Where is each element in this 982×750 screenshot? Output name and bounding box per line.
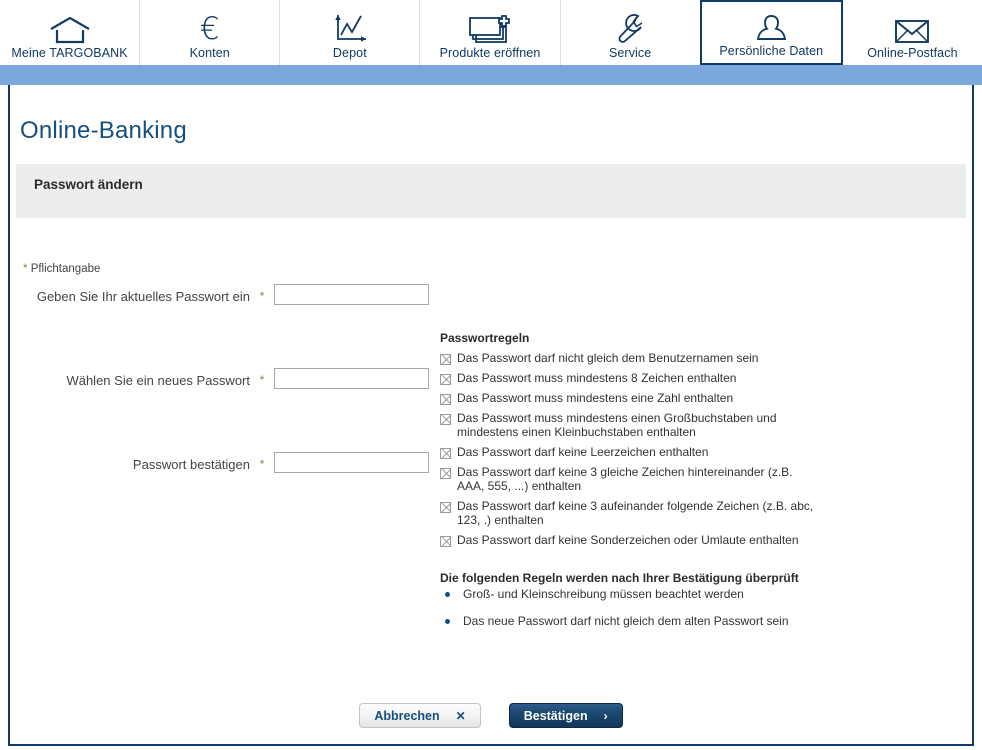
field-label: Wählen Sie ein neues Passwort <box>66 373 250 388</box>
rule-text: Das neue Passwort darf nicht gleich dem … <box>463 614 789 628</box>
nav-label: Persönliche Daten <box>719 44 824 58</box>
nav-label: Depot <box>332 46 367 60</box>
form-actions: Abbrechen ✕ Bestätigen › <box>10 703 972 728</box>
broken-image-icon <box>440 468 451 479</box>
section-title: Passwort ändern <box>34 177 143 192</box>
bullet-icon <box>445 592 450 597</box>
broken-image-icon <box>440 354 451 365</box>
rule-text: Das Passwort darf keine 3 gleiche Zeiche… <box>457 465 793 493</box>
cancel-button-label: Abbrechen <box>374 708 440 723</box>
mandatory-note: * Pflichtangabe <box>10 218 972 275</box>
rule-item: Das Passwort darf keine 3 aufeinander fo… <box>440 499 972 527</box>
wrench-icon <box>612 11 648 45</box>
rule-text: Das Passwort muss mindestens eine Zahl e… <box>457 391 734 405</box>
nav-label: Service <box>608 46 652 60</box>
password-rules-heading: Passwortregeln <box>440 331 530 345</box>
nav-label: Meine TARGOBANK <box>11 46 128 60</box>
rule-item: Das Passwort muss mindestens einen Großb… <box>440 411 972 439</box>
cancel-button[interactable]: Abbrechen ✕ <box>359 703 481 728</box>
required-star: * <box>259 289 265 303</box>
nav-label: Konten <box>189 46 230 60</box>
rule-text: Das Passwort muss mindestens 8 Zeichen e… <box>457 371 737 385</box>
rule-text: Das Passwort darf keine Leerzeichen enth… <box>457 445 709 459</box>
password-rules-panel: Passwortregeln Das Passwort darf nicht g… <box>440 275 972 641</box>
nav-item-produkte-eroeffnen[interactable]: Produkte eröffnen <box>419 0 560 65</box>
rule-text: Das Passwort darf keine Sonderzeichen od… <box>457 533 799 547</box>
rule-text: Das Passwort darf nicht gleich dem Benut… <box>457 351 759 365</box>
broken-image-icon <box>440 448 451 459</box>
confirm-button-label: Bestätigen <box>523 708 588 723</box>
required-star: * <box>259 457 265 471</box>
post-confirm-rules-heading: Die folgenden Regeln werden nach Ihrer B… <box>440 571 799 585</box>
nav-item-konten[interactable]: € Konten <box>139 0 280 65</box>
nav-item-persoenliche-daten[interactable]: Persönliche Daten <box>699 0 843 65</box>
broken-image-icon <box>440 394 451 405</box>
house-icon <box>48 11 92 45</box>
euro-icon: € <box>199 11 220 47</box>
envelope-icon <box>890 11 934 45</box>
field-confirm-password: Passwort bestätigen * <box>10 452 440 473</box>
field-new-password: Wählen Sie ein neues Passwort * <box>10 368 440 389</box>
broken-image-icon <box>440 502 451 513</box>
rule-item: Das Passwort darf keine 3 gleiche Zeiche… <box>440 465 972 493</box>
rule-item: Das Passwort darf nicht gleich dem Benut… <box>440 351 972 365</box>
new-password-input[interactable] <box>274 368 429 389</box>
rule-text: Groß- und Kleinschreibung müssen beachte… <box>463 587 744 601</box>
broken-image-icon <box>440 374 451 385</box>
nav-item-online-postfach[interactable]: Online-Postfach <box>842 0 982 65</box>
nav-item-service[interactable]: Service <box>559 0 700 65</box>
broken-image-icon <box>440 536 451 547</box>
chart-icon <box>330 11 370 45</box>
broken-image-icon <box>440 414 451 425</box>
rule-text: Das Passwort muss mindestens einen Großb… <box>457 411 777 439</box>
mandatory-star: * <box>23 263 28 275</box>
rule-item: Das Passwort muss mindestens 8 Zeichen e… <box>440 371 972 385</box>
current-password-input[interactable] <box>274 284 429 305</box>
close-icon: ✕ <box>455 708 466 723</box>
person-icon <box>754 9 788 43</box>
post-confirm-rule-item: Groß- und Kleinschreibung müssen beachte… <box>440 587 972 601</box>
rule-item: Das Passwort darf keine Sonderzeichen od… <box>440 533 972 547</box>
nav-label: Online-Postfach <box>867 46 958 60</box>
nav-item-depot[interactable]: Depot <box>279 0 420 65</box>
bullet-icon <box>445 619 450 624</box>
main-navigation: Meine TARGOBANK € Konten Depot Produkte … <box>0 0 982 65</box>
password-form: Geben Sie Ihr aktuelles Passwort ein * W… <box>10 275 440 641</box>
rule-item: Das Passwort muss mindestens eine Zahl e… <box>440 391 972 405</box>
required-star: * <box>259 373 265 387</box>
field-label: Passwort bestätigen <box>132 457 250 472</box>
section-header: Passwort ändern <box>16 164 966 218</box>
rule-item: Das Passwort darf keine Leerzeichen enth… <box>440 445 972 459</box>
page-title: Online-Banking <box>20 117 187 144</box>
post-confirm-rule-item: Das neue Passwort darf nicht gleich dem … <box>440 614 972 628</box>
content-frame: Online-Banking Passwort ändern * Pflicht… <box>8 85 974 746</box>
confirm-password-input[interactable] <box>274 452 429 473</box>
nav-label: Produkte eröffnen <box>439 46 541 60</box>
nav-item-meine-targobank[interactable]: Meine TARGOBANK <box>0 0 140 65</box>
confirm-button[interactable]: Bestätigen › <box>508 703 623 728</box>
chevron-right-icon: › <box>603 708 608 723</box>
mandatory-note-label: Pflichtangabe <box>30 263 101 275</box>
rule-text: Das Passwort darf keine 3 aufeinander fo… <box>457 499 814 527</box>
accent-band <box>0 65 982 85</box>
field-current-password: Geben Sie Ihr aktuelles Passwort ein * <box>10 284 440 305</box>
new-product-icon <box>466 11 514 45</box>
field-label: Geben Sie Ihr aktuelles Passwort ein <box>36 289 250 304</box>
